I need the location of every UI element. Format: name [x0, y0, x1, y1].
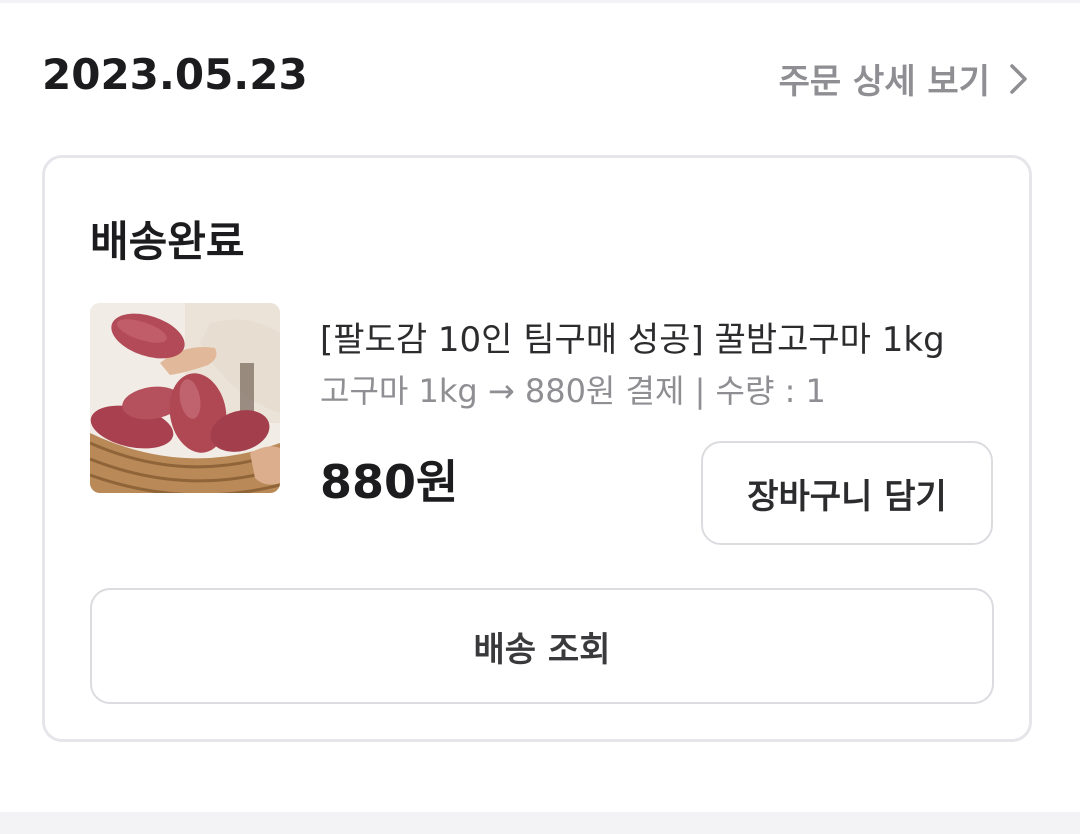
product-option: 고구마 1kg → 880원 결제 | 수량 : 1: [320, 372, 826, 410]
order-detail-link[interactable]: 주문 상세 보기: [779, 54, 1030, 103]
add-to-cart-button[interactable]: 장바구니 담기: [701, 441, 993, 545]
track-delivery-button[interactable]: 배송 조회: [90, 588, 994, 704]
product-image[interactable]: [90, 303, 280, 493]
section-divider: [0, 812, 1080, 834]
order-header: 2023.05.23 주문 상세 보기: [0, 40, 1080, 104]
order-detail-link-label: 주문 상세 보기: [778, 62, 990, 102]
delivery-status-title: 배송완료: [90, 217, 245, 266]
order-card: 배송완료 [팔도감 10인 팀구매 성공] 꿀밤고구마 1kg 고구마 1kg …: [42, 155, 1032, 742]
product-name[interactable]: [팔도감 10인 팀구매 성공] 꿀밤고구마 1kg: [320, 318, 1010, 362]
top-divider: [0, 0, 1080, 3]
product-info: [팔도감 10인 팀구매 성공] 꿀밤고구마 1kg 고구마 1kg → 880…: [320, 318, 1010, 412]
order-history-page: 2023.05.23 주문 상세 보기 배송완료 [팔도감 10인 팀구매 성공…: [0, 0, 1080, 834]
product-price: 880원: [320, 455, 459, 509]
chevron-right-icon: [1008, 62, 1030, 96]
order-date: 2023.05.23: [42, 50, 308, 99]
